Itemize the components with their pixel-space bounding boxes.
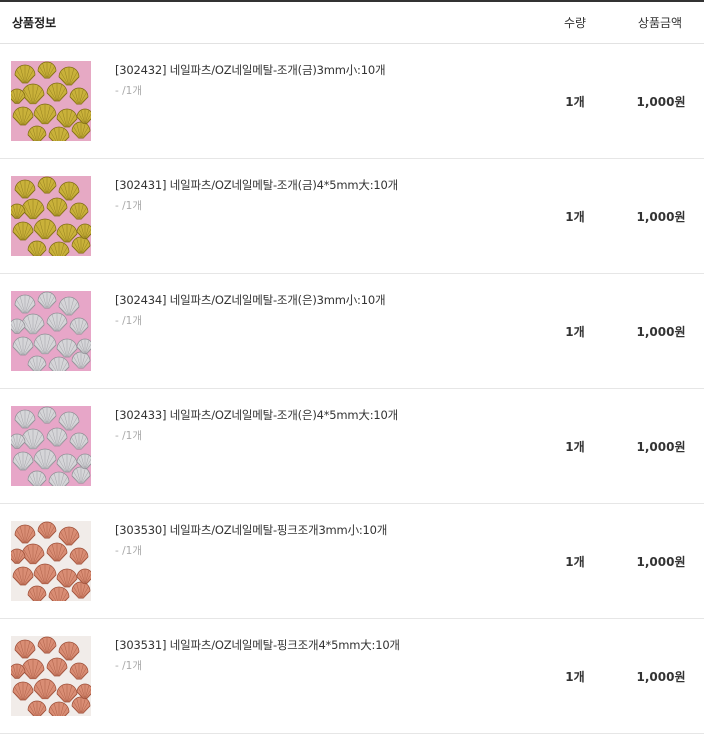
table-row: [302431] 네일파츠/OZ네일메탈-조개(금)4*5mm大:10개 - /… (0, 159, 704, 274)
amount-value: 1,000원 (636, 670, 686, 684)
product-option: - /1개 (115, 660, 143, 672)
table-row: [303531] 네일파츠/OZ네일메탈-핑크조개4*5mm大:10개 - /1… (0, 619, 704, 734)
quantity-value: 1개 (565, 210, 585, 224)
product-thumbnail[interactable] (11, 406, 91, 486)
product-thumbnail[interactable] (11, 521, 91, 601)
product-photo (11, 291, 91, 371)
product-option: - /1개 (115, 200, 143, 212)
quantity-value: 1개 (565, 440, 585, 454)
quantity-value: 1개 (565, 670, 585, 684)
product-name-link[interactable]: [303530] 네일파츠/OZ네일메탈-핑크조개3mm小:10개 (115, 522, 387, 538)
product-option: - /1개 (115, 430, 143, 442)
product-photo (11, 406, 91, 486)
table-row: [302432] 네일파츠/OZ네일메탈-조개(금)3mm小:10개 - /1개… (0, 44, 704, 159)
header-amount: 상품금액 (637, 16, 683, 30)
product-name-link[interactable]: [302432] 네일파츠/OZ네일메탈-조개(금)3mm小:10개 (115, 62, 386, 78)
product-option: - /1개 (115, 315, 143, 327)
product-name-link[interactable]: [303531] 네일파츠/OZ네일메탈-핑크조개4*5mm大:10개 (115, 637, 400, 653)
quantity-value: 1개 (565, 95, 585, 109)
product-thumbnail[interactable] (11, 176, 91, 256)
amount-value: 1,000원 (636, 555, 686, 569)
quantity-value: 1개 (565, 555, 585, 569)
header-product-info: 상품정보 (12, 16, 57, 30)
header-quantity: 수량 (563, 16, 587, 30)
amount-value: 1,000원 (636, 325, 686, 339)
product-option: - /1개 (115, 545, 143, 557)
table-row: [302433] 네일파츠/OZ네일메탈-조개(은)4*5mm大:10개 - /… (0, 389, 704, 504)
amount-value: 1,000원 (636, 210, 686, 224)
product-name-link[interactable]: [302433] 네일파츠/OZ네일메탈-조개(은)4*5mm大:10개 (115, 407, 398, 423)
table-row: [303530] 네일파츠/OZ네일메탈-핑크조개3mm小:10개 - /1개 … (0, 504, 704, 619)
product-photo (11, 61, 91, 141)
table-header: 상품정보 수량 상품금액 (0, 0, 704, 44)
quantity-value: 1개 (565, 325, 585, 339)
amount-value: 1,000원 (636, 440, 686, 454)
product-name-link[interactable]: [302434] 네일파츠/OZ네일메탈-조개(은)3mm小:10개 (115, 292, 386, 308)
order-items-table: 상품정보 수량 상품금액 [302432] 네일파츠/OZ네일메탈-조개(금)3… (0, 0, 704, 734)
product-photo (11, 521, 91, 601)
product-photo (11, 176, 91, 256)
product-name-link[interactable]: [302431] 네일파츠/OZ네일메탈-조개(금)4*5mm大:10개 (115, 177, 398, 193)
table-row: [302434] 네일파츠/OZ네일메탈-조개(은)3mm小:10개 - /1개… (0, 274, 704, 389)
product-thumbnail[interactable] (11, 61, 91, 141)
product-thumbnail[interactable] (11, 291, 91, 371)
product-option: - /1개 (115, 85, 143, 97)
product-photo (11, 636, 91, 716)
amount-value: 1,000원 (636, 95, 686, 109)
product-thumbnail[interactable] (11, 636, 91, 716)
